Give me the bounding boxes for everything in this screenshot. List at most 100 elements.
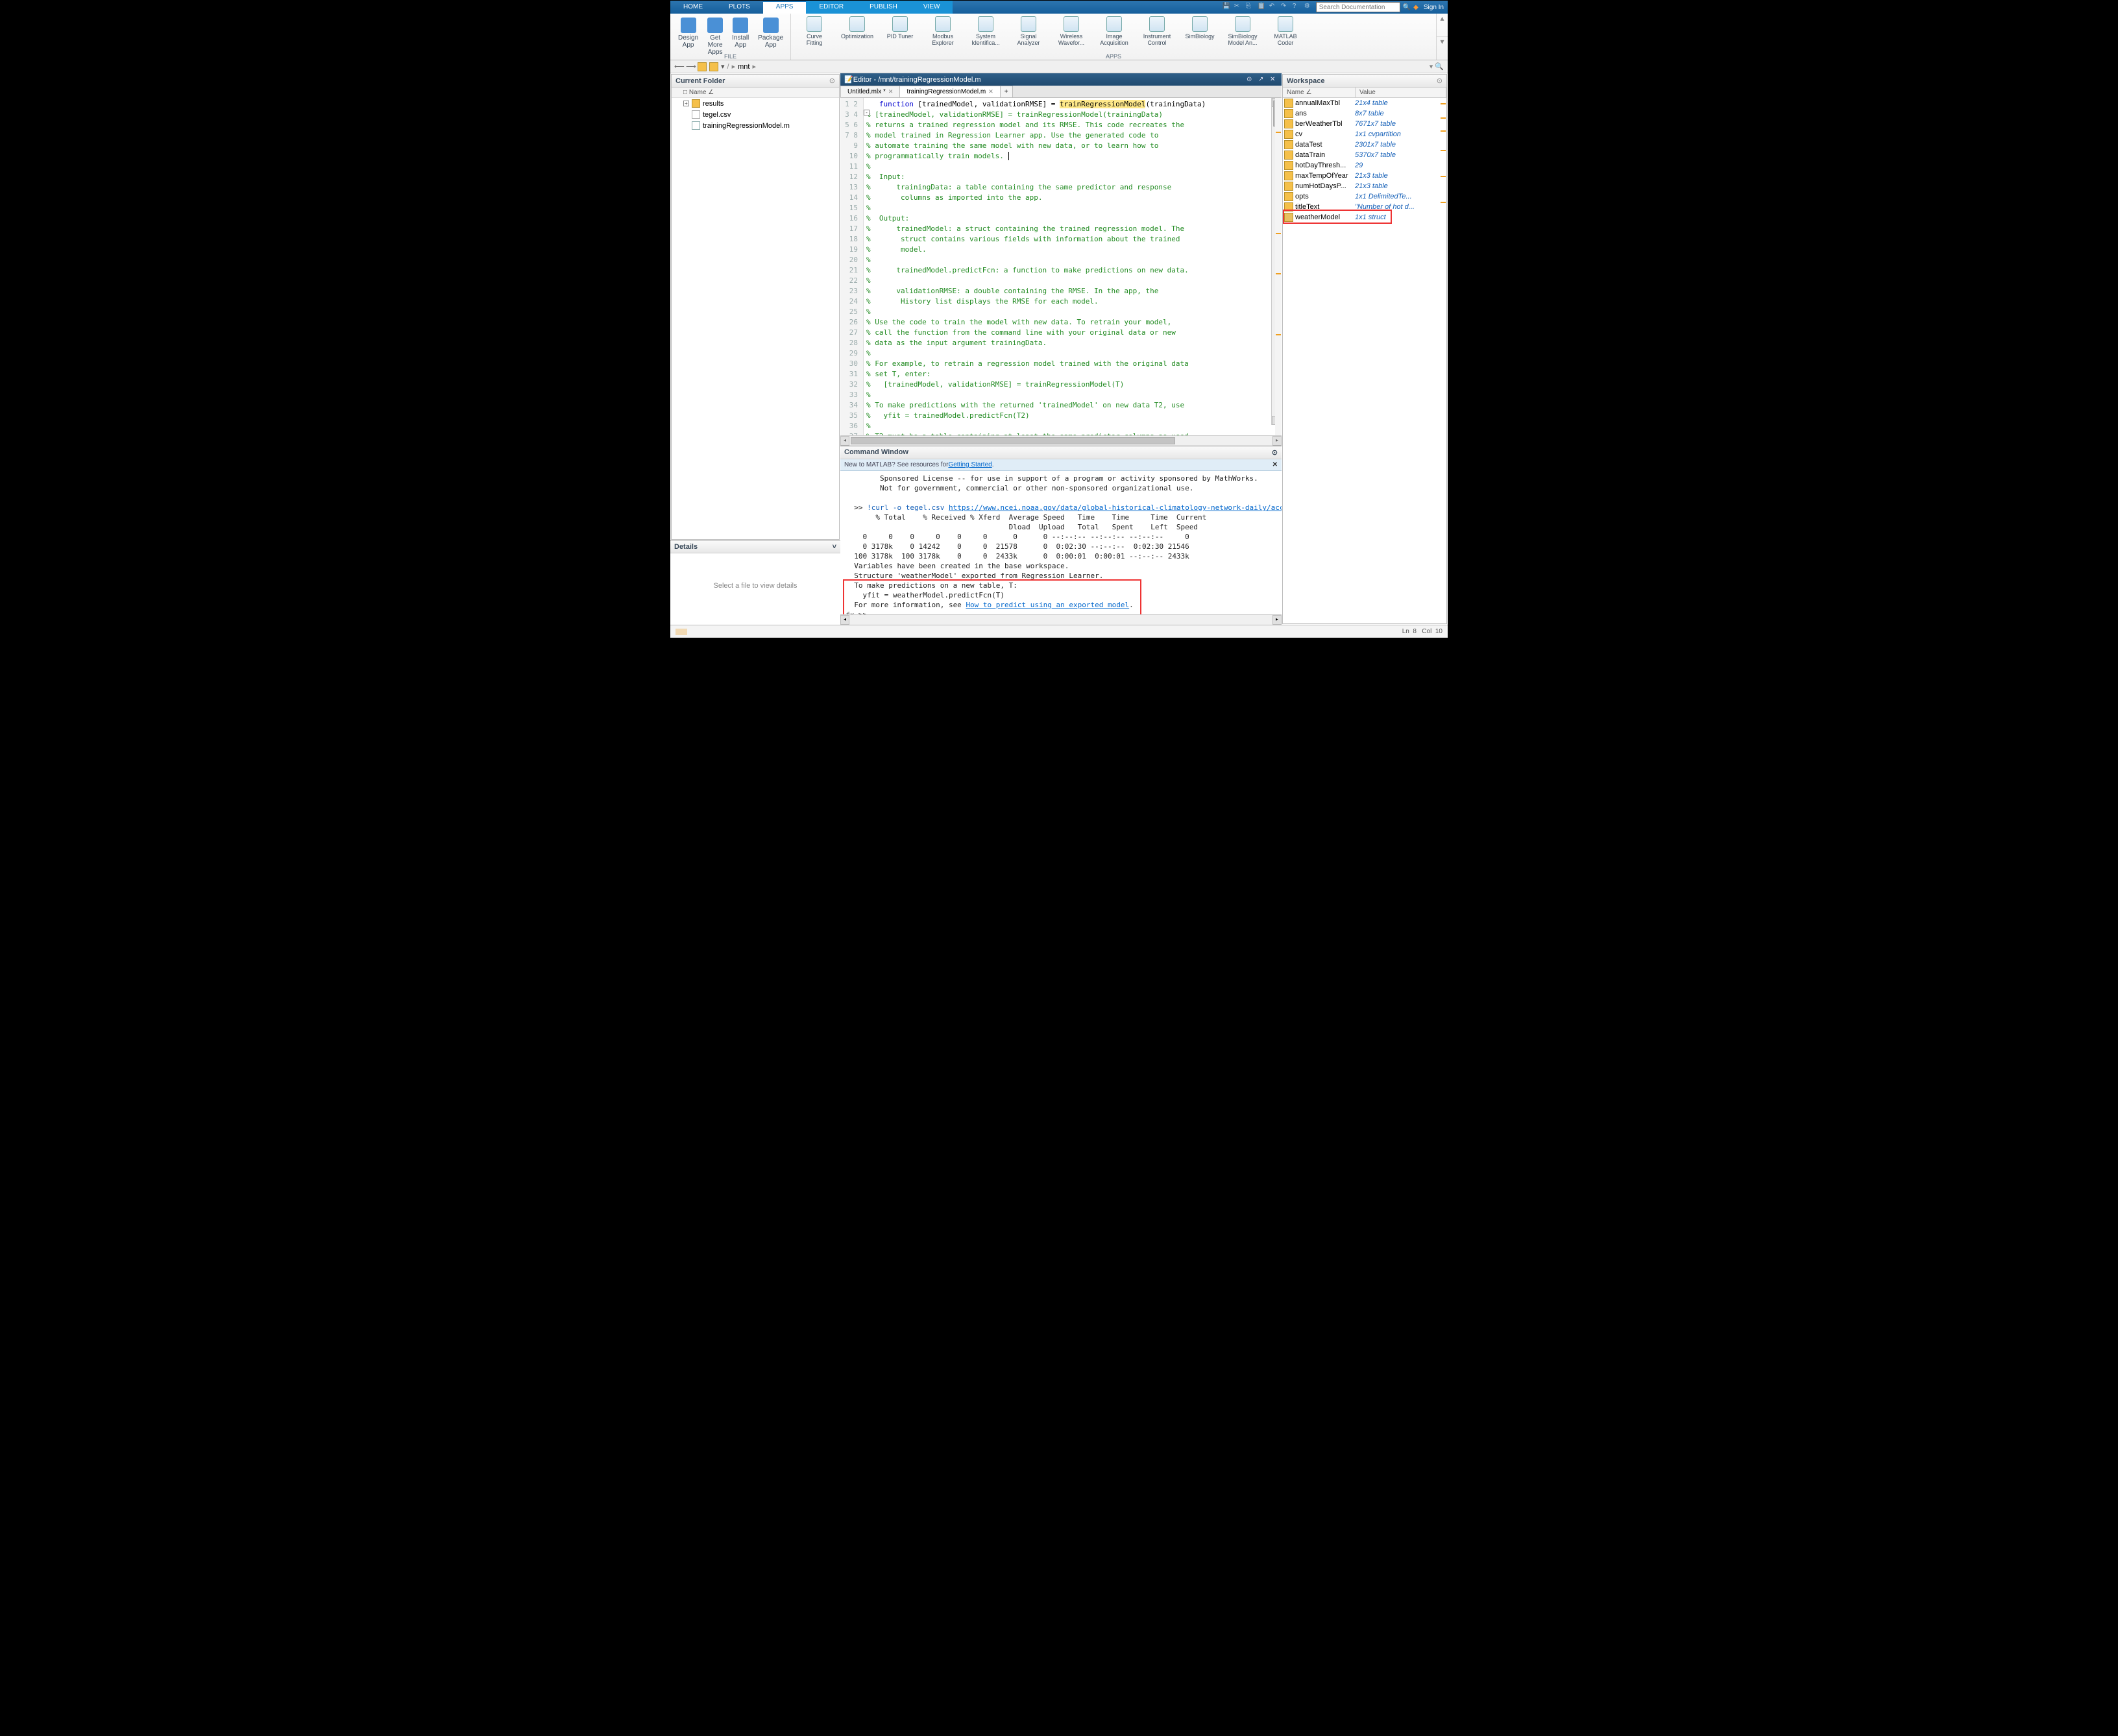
install-app-button[interactable]: Install App	[729, 16, 751, 57]
pref-icon[interactable]: ⚙	[1304, 3, 1313, 12]
status-bar: Ln 8 Col 10	[670, 625, 1448, 638]
tab-publish[interactable]: PUBLISH	[857, 1, 910, 14]
tree-item[interactable]: tegel.csv	[672, 109, 839, 120]
ws-var-dataTrain[interactable]: dataTrain5370x7 table	[1283, 150, 1446, 160]
tab-home[interactable]: HOME	[670, 1, 716, 14]
folder-up-icon[interactable]	[698, 62, 707, 71]
ws-var-annualMaxTbl[interactable]: annualMaxTbl21x4 table	[1283, 98, 1446, 108]
getting-started-link[interactable]: Getting Started	[948, 461, 992, 468]
ws-var-maxTempOfYear[interactable]: maxTempOfYear21x3 table	[1283, 171, 1446, 181]
copy-icon[interactable]: ⎘	[1246, 3, 1255, 12]
app-0[interactable]: CurveFitting	[797, 16, 831, 57]
app-9[interactable]: SimBiology	[1183, 16, 1217, 57]
tab-close-icon[interactable]: ✕	[888, 88, 894, 95]
panel-menu-icon[interactable]: ⊙	[829, 77, 835, 85]
package-app-button[interactable]: Package App	[755, 16, 786, 57]
var-icon	[1284, 109, 1293, 118]
app-7[interactable]: ImageAcquisition	[1097, 16, 1131, 57]
ws-minimap	[1440, 98, 1446, 623]
design-app-button[interactable]: Design App	[676, 16, 701, 57]
editor-hscroll[interactable]: ◂ ▸	[840, 435, 1282, 446]
code-editor[interactable]: function [trainedModel, validationRMSE] …	[864, 98, 1282, 435]
var-icon	[1284, 161, 1293, 170]
breadcrumb-mnt[interactable]: mnt	[738, 63, 749, 71]
tab-editor[interactable]: EDITOR	[806, 1, 857, 14]
redo-icon[interactable]: ↷	[1281, 3, 1290, 12]
cut-icon[interactable]: ✂	[1234, 3, 1243, 12]
tree-item[interactable]: trainingRegressionModel.m	[672, 120, 839, 131]
ws-menu-icon[interactable]: ⊙	[1437, 77, 1442, 85]
var-icon	[1284, 213, 1293, 222]
ws-var-opts[interactable]: opts1x1 DelimitedTe...	[1283, 191, 1446, 202]
apps-scroll-up[interactable]: ▴	[1437, 14, 1448, 36]
undo-icon[interactable]: ↶	[1269, 3, 1278, 12]
busy-indicator	[676, 629, 687, 635]
paste-icon[interactable]: 📋	[1258, 3, 1267, 12]
ws-var-berWeatherTbl[interactable]: berWeatherTbl7671x7 table	[1283, 119, 1446, 129]
current-folder-title: Current Folder⊙	[672, 75, 839, 88]
app-4[interactable]: SystemIdentifica...	[969, 16, 1003, 57]
signin-link[interactable]: Sign In	[1421, 4, 1444, 11]
breadcrumb-root[interactable]: /	[727, 63, 729, 71]
var-icon	[1284, 140, 1293, 149]
new-tab-button[interactable]: +	[1000, 86, 1013, 97]
editor-undock-icon[interactable]: ↗	[1258, 76, 1266, 84]
expand-icon[interactable]: +	[683, 101, 689, 106]
cmd-hscroll[interactable]: ◂ ▸	[840, 614, 1282, 625]
folder-tree[interactable]: +resultstegel.csvtrainingRegressionModel…	[672, 98, 839, 539]
workspace-list[interactable]: annualMaxTbl21x4 tableans8x7 tableberWea…	[1283, 98, 1446, 623]
howto-predict-link[interactable]: How to predict using an exported model	[966, 601, 1129, 609]
ws-var-cv[interactable]: cv1x1 cvpartition	[1283, 129, 1446, 139]
editor-title: 📝 Editor - /mnt/trainingRegressionModel.…	[840, 73, 1282, 86]
editor-tab[interactable]: trainingRegressionModel.m✕	[899, 86, 1000, 97]
tree-item[interactable]: +results	[672, 98, 839, 109]
ws-col-name[interactable]: Name ∠	[1283, 88, 1356, 97]
editor-close-icon[interactable]: ✕	[1270, 76, 1278, 84]
ws-var-titleText[interactable]: titleText"Number of hot d...	[1283, 202, 1446, 212]
editor-tab[interactable]: Untitled.mlx *✕	[840, 86, 900, 97]
app-6[interactable]: WirelessWavefor...	[1054, 16, 1088, 57]
tab-close-icon[interactable]: ✕	[988, 88, 993, 95]
help-icon[interactable]: ?	[1293, 3, 1302, 12]
code-minimap[interactable]	[1275, 98, 1282, 435]
command-window[interactable]: Sponsored License -- for use in support …	[840, 471, 1282, 614]
app-10[interactable]: SimBiologyModel An...	[1226, 16, 1260, 57]
app-1[interactable]: Optimization	[840, 16, 874, 57]
cf-col-name[interactable]: □ Name ∠	[672, 88, 839, 98]
ws-var-hotDayThresh...[interactable]: hotDayThresh...29	[1283, 160, 1446, 171]
var-icon	[1284, 182, 1293, 191]
ws-col-value[interactable]: Value	[1356, 88, 1446, 97]
save-icon[interactable]: 💾	[1223, 3, 1232, 12]
get-more-apps-button[interactable]: Get More Apps	[705, 16, 725, 57]
var-icon	[1284, 171, 1293, 180]
file-icon	[692, 110, 700, 119]
tab-apps[interactable]: APPS	[763, 1, 807, 14]
details-title: Details˅	[670, 541, 840, 553]
addr-dropdown-icon[interactable]: ▾ 🔍	[1430, 62, 1444, 71]
ws-var-weatherModel[interactable]: weatherModel1x1 struct	[1283, 212, 1446, 223]
workspace-title: Workspace⊙	[1283, 75, 1446, 88]
apps-scroll-down[interactable]: ▾	[1437, 36, 1448, 60]
nav-fwd-icon[interactable]: ⟶	[686, 62, 695, 71]
var-icon	[1284, 119, 1293, 128]
ws-var-dataTest[interactable]: dataTest2301x7 table	[1283, 139, 1446, 150]
editor-actions-icon[interactable]: ⊙	[1247, 76, 1254, 84]
app-11[interactable]: MATLABCoder	[1269, 16, 1302, 57]
search-doc-input[interactable]	[1316, 2, 1400, 12]
var-icon	[1284, 202, 1293, 211]
app-2[interactable]: PID Tuner	[883, 16, 917, 57]
app-5[interactable]: SignalAnalyzer	[1012, 16, 1045, 57]
ws-var-ans[interactable]: ans8x7 table	[1283, 108, 1446, 119]
tab-view[interactable]: VIEW	[910, 1, 953, 14]
cmd-menu-icon[interactable]: ⊙	[1272, 448, 1278, 457]
app-3[interactable]: ModbusExplorer	[926, 16, 960, 57]
ws-var-numHotDaysP...[interactable]: numHotDaysP...21x3 table	[1283, 181, 1446, 191]
account-icon[interactable]: ◆	[1413, 4, 1418, 11]
nav-back-icon[interactable]: ⟵	[674, 62, 683, 71]
details-body: Select a file to view details	[670, 553, 840, 618]
app-8[interactable]: InstrumentControl	[1140, 16, 1174, 57]
banner-close-icon[interactable]: ✕	[1272, 461, 1278, 468]
tab-plots[interactable]: PLOTS	[716, 1, 763, 14]
folder-icon	[692, 99, 700, 108]
browse-folder-icon[interactable]	[709, 62, 718, 71]
